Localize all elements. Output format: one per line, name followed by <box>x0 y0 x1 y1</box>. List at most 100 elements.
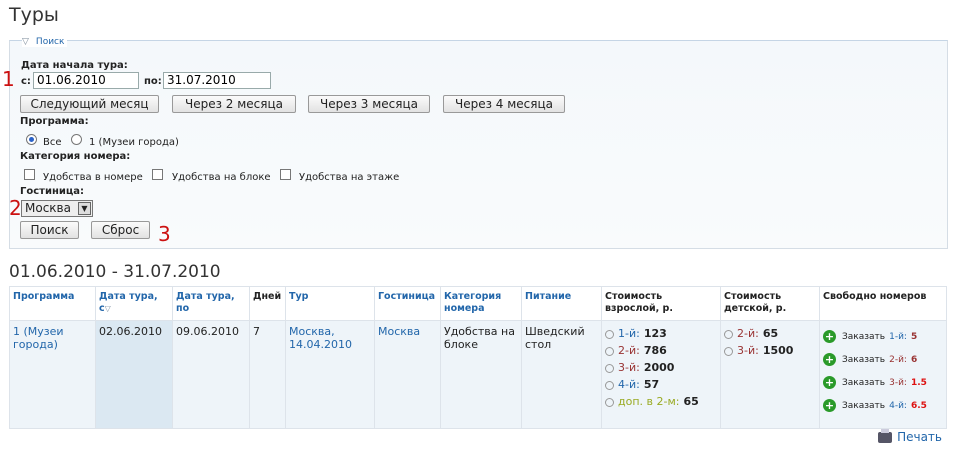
order-room-item[interactable]: + Заказать 2-й: 6 <box>823 352 943 375</box>
dropdown-arrow-icon[interactable]: ▼ <box>78 202 91 215</box>
order-label[interactable]: Заказать <box>842 401 885 411</box>
adult-price-value: 786 <box>643 344 667 357</box>
row-date-from: 02.06.2010 <box>95 320 173 429</box>
category-room-label: Удобства в номере <box>43 172 143 183</box>
order-room-item[interactable]: + Заказать 3-й: 1.5 <box>823 375 943 398</box>
to-date-input[interactable]: 31.07.2010 <box>163 72 271 89</box>
row-program-link[interactable]: 1 (Музеи города) <box>13 325 64 351</box>
program-all-radio[interactable] <box>26 134 37 145</box>
col-food[interactable]: Питание <box>521 286 602 321</box>
radio-dot-icon[interactable] <box>605 346 614 356</box>
adult-price-value: 65 <box>683 395 699 408</box>
radio-dot-icon[interactable] <box>605 380 614 390</box>
row-tour-link[interactable]: Москва, 14.04.2010 <box>289 325 352 351</box>
in-3-months-button[interactable]: Через 3 месяца <box>308 95 430 113</box>
table-header-row: Программа Дата тура, с▽ Дата тура, по Дн… <box>9 286 947 321</box>
category-room-checkbox[interactable] <box>24 169 35 180</box>
child-price-label: 3-й: <box>737 344 759 357</box>
col-date-from[interactable]: Дата тура, с▽ <box>95 286 173 321</box>
print-link[interactable]: Печать <box>878 429 942 444</box>
room-type: 4-й: <box>889 401 907 411</box>
adult-price-value: 123 <box>643 327 667 340</box>
row-food: Шведский стол <box>521 320 602 429</box>
in-4-months-button[interactable]: Через 4 месяца <box>443 95 565 113</box>
annotation-1: 1 <box>2 67 15 91</box>
annotation-3: 3 <box>158 222 171 246</box>
col-category[interactable]: Категория номера <box>440 286 522 321</box>
hotel-select-value: Москва <box>25 201 71 215</box>
adult-price-item[interactable]: 1-й: 123 <box>605 327 717 344</box>
col-days: Дней <box>249 286 286 321</box>
add-icon[interactable]: + <box>823 330 836 343</box>
hotel-select[interactable]: Москва ▼ <box>21 200 93 217</box>
category-floor-label: Удобства на этаже <box>299 172 400 183</box>
printer-icon[interactable] <box>878 429 893 443</box>
free-rooms-list: + Заказать 1-й: 5 + Заказать 2-й: 6 + Заказать 3-й… <box>823 329 943 421</box>
row-hotel-link[interactable]: Москва <box>378 325 420 338</box>
in-2-months-button[interactable]: Через 2 месяца <box>172 95 296 113</box>
date-label: Дата начала тура: <box>21 60 128 71</box>
child-price-item[interactable]: 2-й: 65 <box>724 327 816 344</box>
adult-price-label: 3-й: <box>618 361 640 374</box>
adult-price-label: 2-й: <box>618 344 640 357</box>
room-count: 6 <box>910 355 918 365</box>
child-price-item[interactable]: 3-й: 1500 <box>724 344 816 361</box>
collapse-triangle-icon[interactable]: ▽ <box>22 37 29 47</box>
col-free-rooms: Свободно номеров <box>819 286 947 321</box>
radio-dot-icon[interactable] <box>605 363 614 373</box>
search-button[interactable]: Поиск <box>20 221 79 239</box>
adult-price-list: 1-й: 123 2-й: 786 3-й: 2000 4-й: 57 доп. в 2-м: 6… <box>605 327 717 412</box>
program-1-radio[interactable] <box>71 134 82 145</box>
next-month-button[interactable]: Следующий месяц <box>20 95 159 113</box>
radio-dot-icon[interactable] <box>724 329 733 339</box>
col-program[interactable]: Программа <box>9 286 96 321</box>
sort-arrow-icon: ▽ <box>104 304 111 313</box>
program-1-label: 1 (Музеи города) <box>89 137 179 148</box>
child-price-list: 2-й: 65 3-й: 1500 <box>724 327 816 361</box>
reset-button[interactable]: Сброс <box>91 221 150 239</box>
col-date-to[interactable]: Дата тура, по <box>172 286 250 321</box>
row-date-to: 09.06.2010 <box>172 320 250 429</box>
category-floor-checkbox[interactable] <box>280 169 291 180</box>
adult-price-item[interactable]: 3-й: 2000 <box>605 361 717 378</box>
from-date-input[interactable]: 01.06.2010 <box>33 72 139 89</box>
adult-price-item[interactable]: 2-й: 786 <box>605 344 717 361</box>
order-label[interactable]: Заказать <box>842 355 885 365</box>
order-label[interactable]: Заказать <box>842 378 885 388</box>
row-adult-prices: 1-й: 123 2-й: 786 3-й: 2000 4-й: 57 доп. в 2-м: 6… <box>601 320 721 429</box>
child-price-value: 65 <box>762 327 779 340</box>
print-label[interactable]: Печать <box>897 430 942 444</box>
adult-price-label: 1-й: <box>618 327 640 340</box>
child-price-value: 1500 <box>762 344 794 357</box>
search-legend-label[interactable]: Поиск <box>36 37 65 47</box>
add-icon[interactable]: + <box>823 376 836 389</box>
room-count: 1.5 <box>910 378 927 388</box>
order-label[interactable]: Заказать <box>842 332 885 342</box>
results-range: 01.06.2010 - 31.07.2010 <box>9 262 221 282</box>
add-icon[interactable]: + <box>823 353 836 366</box>
order-room-item[interactable]: + Заказать 4-й: 6.5 <box>823 398 943 421</box>
add-icon[interactable]: + <box>823 399 836 412</box>
col-child-price: Стоимость детской, р. <box>720 286 820 321</box>
row-free-rooms: + Заказать 1-й: 5 + Заказать 2-й: 6 + Заказать 3-й… <box>819 320 947 429</box>
room-type: 3-й: <box>889 378 907 388</box>
search-legend[interactable]: ▽ Поиск <box>22 37 68 47</box>
col-adult-price: Стоимость взрослой, р. <box>601 286 721 321</box>
radio-dot-icon[interactable] <box>605 329 614 339</box>
adult-price-item[interactable]: 4-й: 57 <box>605 378 717 395</box>
annotation-2: 2 <box>9 196 22 220</box>
order-room-item[interactable]: + Заказать 1-й: 5 <box>823 329 943 352</box>
program-all-label: Все <box>43 137 62 148</box>
adult-price-item[interactable]: доп. в 2-м: 65 <box>605 395 717 412</box>
adult-price-label: доп. в 2-м: <box>618 395 680 408</box>
radio-dot-icon[interactable] <box>605 397 614 407</box>
row-category: Удобства на блоке <box>440 320 522 429</box>
radio-dot-icon[interactable] <box>724 346 733 356</box>
col-hotel[interactable]: Гостиница <box>374 286 441 321</box>
col-tour[interactable]: Тур <box>285 286 375 321</box>
to-label: по: <box>144 76 162 87</box>
from-label: с: <box>21 76 31 87</box>
room-count: 6.5 <box>910 401 927 411</box>
adult-price-label: 4-й: <box>618 378 640 391</box>
category-block-checkbox[interactable] <box>152 169 163 180</box>
